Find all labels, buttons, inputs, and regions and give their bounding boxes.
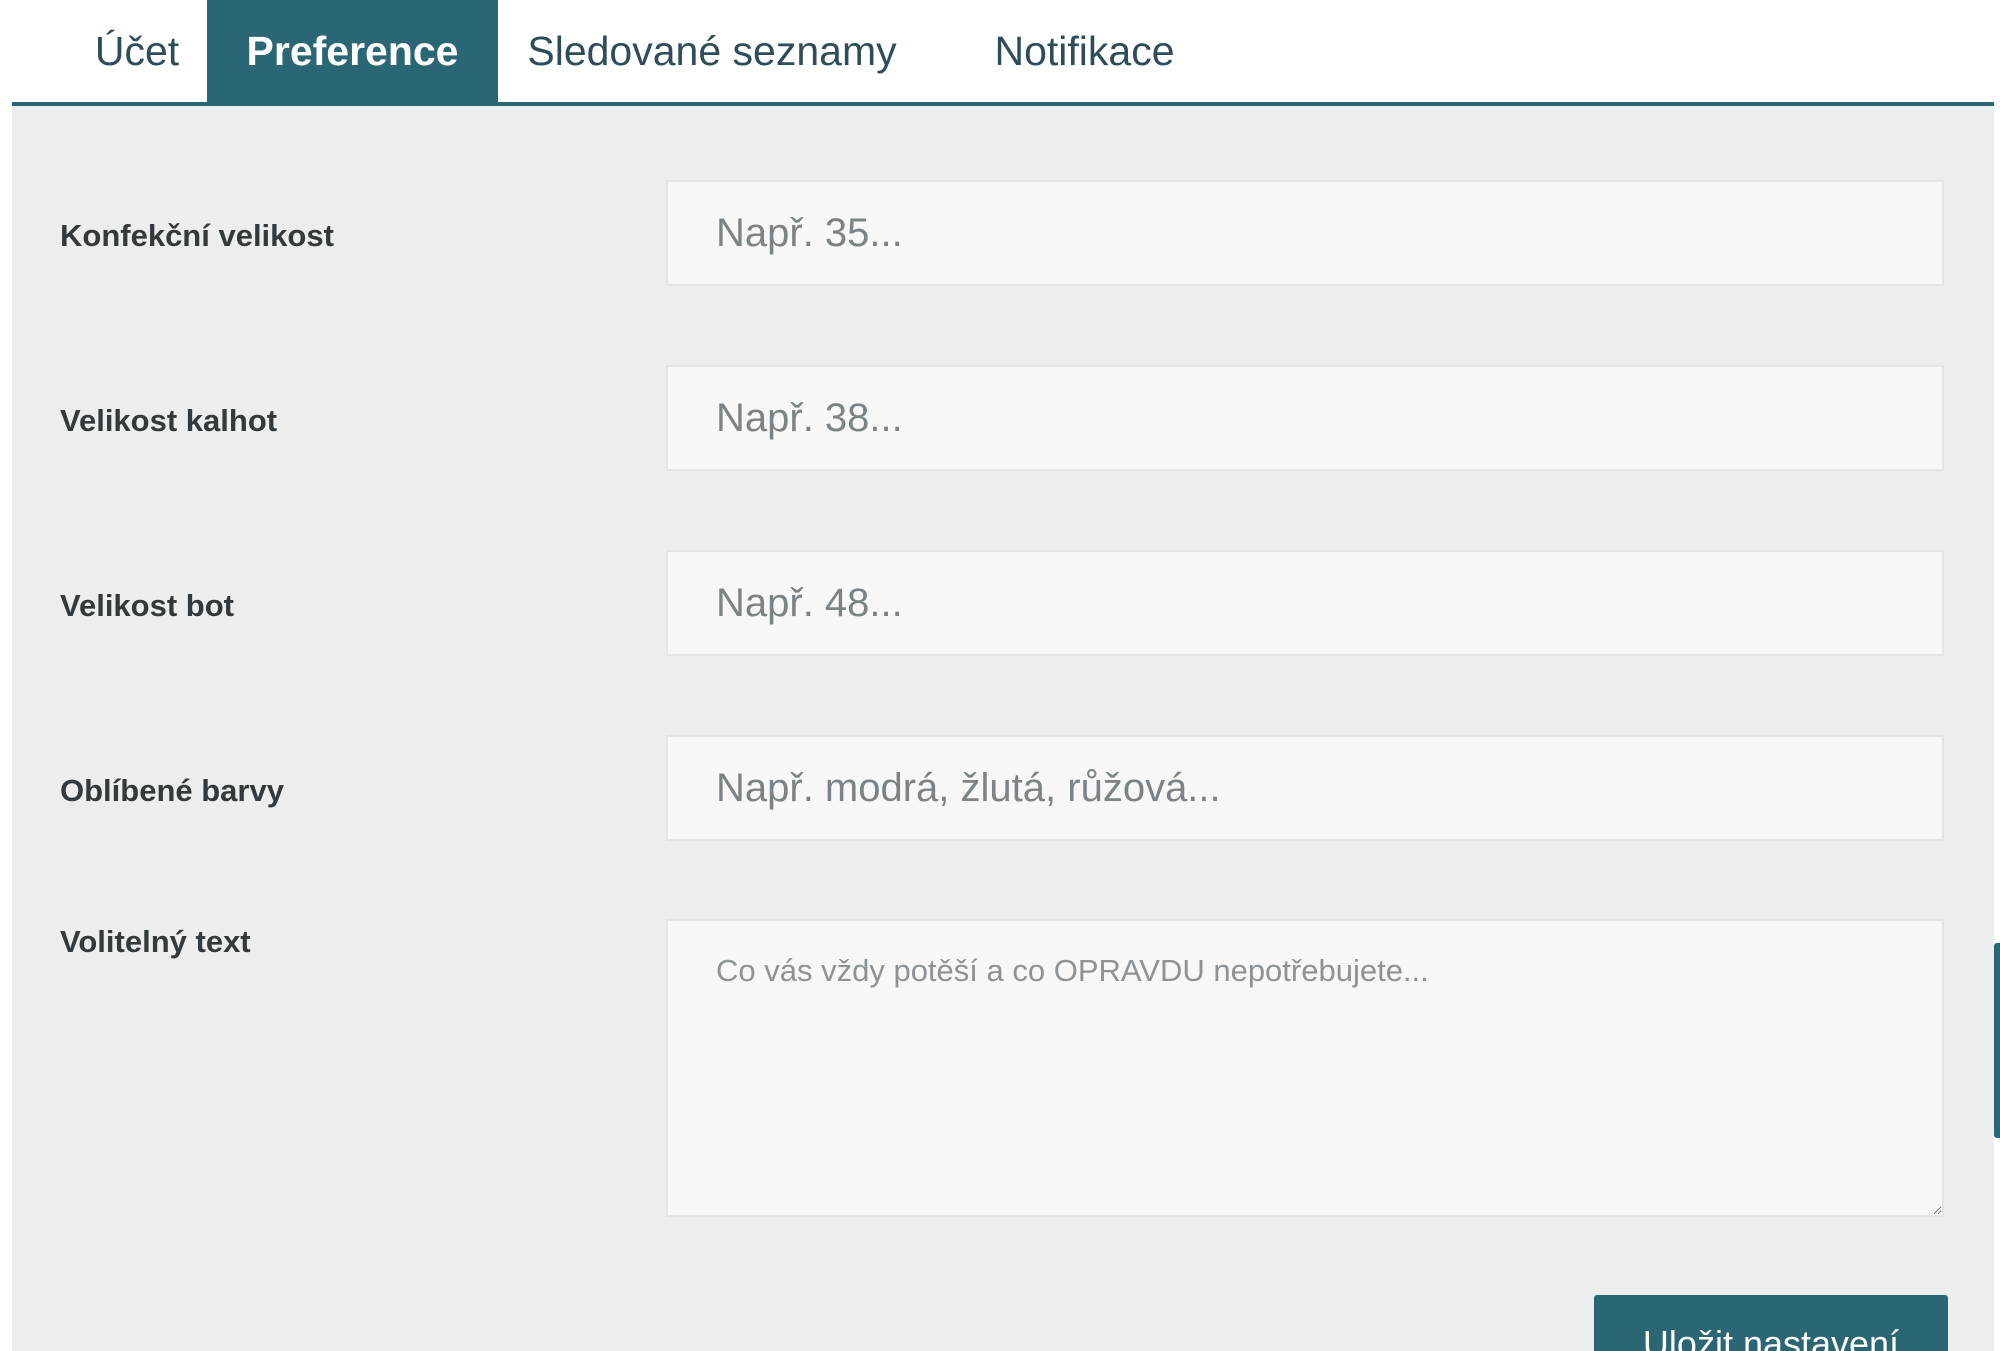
shoe-size-label: Velikost bot	[60, 588, 234, 623]
preferences-page: Účet Preference Sledované seznamy Notifi…	[0, 0, 2000, 1351]
save-settings-button[interactable]: Uložit nastavení	[1594, 1295, 1948, 1351]
clothing-size-input[interactable]	[666, 180, 1944, 286]
favorite-colors-input[interactable]	[666, 735, 1944, 841]
preferences-panel: Konfekční velikost Velikost kalhot Velik…	[12, 106, 1994, 1351]
optional-text-textarea[interactable]	[666, 919, 1944, 1217]
tab-account[interactable]: Účet	[67, 0, 207, 102]
optional-text-label: Volitelný text	[60, 924, 251, 959]
trouser-size-label: Velikost kalhot	[60, 403, 278, 438]
favorite-colors-label: Oblíbené barvy	[60, 773, 284, 808]
tab-preferences[interactable]: Preference	[207, 0, 498, 102]
trouser-size-input[interactable]	[666, 365, 1944, 471]
tab-watchlists[interactable]: Sledované seznamy	[517, 0, 907, 102]
scrollbar-handle[interactable]	[1994, 943, 2000, 1138]
clothing-size-label: Konfekční velikost	[60, 218, 334, 253]
tab-bar: Účet Preference Sledované seznamy Notifi…	[12, 0, 1994, 106]
tab-notifications[interactable]: Notifikace	[962, 0, 1207, 102]
shoe-size-input[interactable]	[666, 550, 1944, 656]
